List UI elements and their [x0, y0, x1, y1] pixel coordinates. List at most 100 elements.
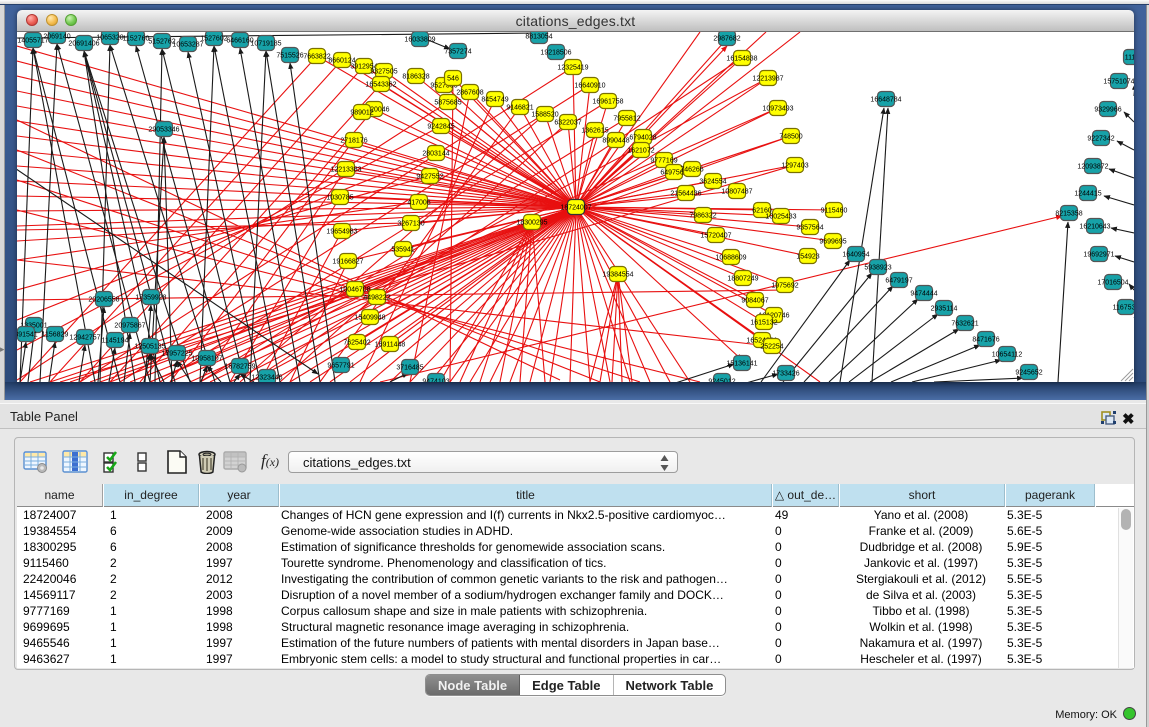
- svg-text:10958107: 10958107: [191, 356, 222, 363]
- svg-text:12505135: 12505135: [134, 344, 165, 351]
- svg-text:2935114: 2935114: [931, 306, 958, 313]
- svg-text:19166827: 19166827: [332, 259, 363, 266]
- svg-text:9329966: 9329966: [1094, 107, 1121, 114]
- svg-text:12093872: 12093872: [1077, 164, 1108, 171]
- svg-text:15136141: 15136141: [726, 361, 757, 368]
- svg-text:3267130: 3267130: [397, 221, 424, 228]
- svg-text:15720407: 15720407: [700, 233, 731, 240]
- svg-text:1640954: 1640954: [842, 252, 869, 259]
- svg-text:1615132: 1615132: [750, 320, 777, 327]
- svg-text:1297403: 1297403: [781, 163, 808, 170]
- svg-text:19384554: 19384554: [602, 272, 633, 279]
- svg-text:2987682: 2987682: [713, 36, 740, 43]
- svg-text:8813054: 8813054: [525, 34, 552, 41]
- svg-text:10025433: 10025433: [765, 214, 796, 221]
- svg-text:16640910: 16640910: [574, 83, 605, 90]
- svg-text:10719185: 10719185: [250, 41, 281, 48]
- svg-text:21564436: 21564436: [670, 191, 701, 198]
- svg-text:29053346: 29053346: [148, 127, 179, 134]
- svg-text:9474444: 9474444: [910, 291, 937, 298]
- svg-text:6322037: 6322037: [554, 120, 581, 127]
- svg-text:10654112: 10654112: [992, 352, 1023, 359]
- svg-text:1733426: 1733426: [772, 371, 799, 378]
- svg-text:535941: 535941: [391, 247, 414, 254]
- svg-text:20691406: 20691406: [68, 41, 99, 48]
- svg-text:7515526: 7515526: [276, 53, 303, 60]
- svg-text:17359928: 17359928: [135, 295, 166, 302]
- svg-text:1588520: 1588520: [531, 112, 558, 119]
- svg-text:7625402: 7625402: [343, 340, 370, 347]
- svg-text:989012: 989012: [350, 110, 373, 117]
- svg-text:1112: 1112: [1125, 55, 1134, 62]
- svg-text:2803144: 2803144: [422, 151, 449, 158]
- svg-text:19692971: 19692971: [1083, 252, 1114, 259]
- svg-text:9245652: 9245652: [1015, 370, 1042, 377]
- svg-text:252254: 252254: [760, 344, 783, 351]
- svg-text:9227342: 9227342: [1087, 136, 1114, 143]
- svg-text:15751074: 15751074: [1103, 79, 1134, 86]
- svg-text:19654983: 19654983: [326, 229, 357, 236]
- svg-text:4498222: 4498222: [363, 295, 390, 302]
- svg-text:17957225: 17957225: [161, 351, 192, 358]
- svg-text:2069140: 2069140: [43, 34, 70, 41]
- svg-text:9357564: 9357564: [796, 225, 823, 232]
- svg-text:1030785: 1030785: [326, 195, 353, 202]
- svg-text:6794028: 6794028: [629, 135, 656, 142]
- svg-text:7357274: 7357274: [444, 49, 471, 56]
- svg-text:2718176: 2718176: [340, 138, 367, 145]
- svg-text:9657791: 9657791: [327, 363, 354, 370]
- svg-text:1362615: 1362615: [581, 128, 608, 135]
- svg-text:7986322: 7986322: [689, 213, 716, 220]
- svg-text:1621072: 1621072: [627, 148, 654, 155]
- svg-text:2867608: 2867608: [456, 90, 483, 97]
- svg-text:154923: 154923: [796, 254, 819, 261]
- svg-text:1152760: 1152760: [123, 36, 150, 43]
- svg-text:8471676: 8471676: [972, 337, 999, 344]
- svg-text:9699695: 9699695: [819, 239, 846, 246]
- svg-text:20975867: 20975867: [114, 323, 145, 330]
- svg-text:7955812: 7955812: [613, 116, 640, 123]
- svg-text:18807249: 18807249: [727, 276, 758, 283]
- svg-text:5875685: 5875685: [434, 100, 461, 107]
- svg-text:16782759: 16782759: [224, 364, 255, 371]
- svg-text:1065328: 1065328: [96, 35, 123, 42]
- svg-text:10973493: 10973493: [762, 106, 793, 113]
- svg-text:18300295: 18300295: [516, 220, 547, 227]
- svg-text:12323446: 12323446: [251, 375, 282, 382]
- svg-text:15409948: 15409948: [354, 315, 385, 322]
- svg-text:8186328: 8186328: [402, 74, 429, 81]
- svg-text:9327505: 9327505: [370, 69, 397, 76]
- svg-text:8454749: 8454749: [481, 97, 508, 104]
- svg-text:12213383: 12213383: [330, 167, 361, 174]
- svg-text:16543362: 16543362: [365, 82, 396, 89]
- svg-text:391541: 391541: [17, 332, 38, 339]
- svg-text:9146821: 9146821: [506, 105, 533, 112]
- svg-text:17016504: 17016504: [1097, 280, 1128, 287]
- svg-text:8215358: 8215358: [1055, 211, 1082, 218]
- svg-text:9427552: 9427552: [416, 174, 443, 181]
- svg-text:10046708: 10046708: [339, 287, 370, 294]
- svg-text:9115460: 9115460: [821, 208, 848, 215]
- svg-text:10807487: 10807487: [721, 189, 752, 196]
- svg-text:417006: 417006: [407, 200, 430, 207]
- svg-text:9474103: 9474103: [422, 379, 449, 383]
- svg-text:5938923: 5938923: [864, 265, 891, 272]
- svg-text:746266: 746266: [680, 167, 703, 174]
- svg-text:546: 546: [447, 76, 459, 83]
- svg-text:12325419: 12325419: [557, 65, 588, 72]
- svg-text:9777169: 9777169: [650, 158, 677, 165]
- svg-text:16961758: 16961758: [592, 99, 623, 106]
- svg-text:1244415: 1244415: [1074, 191, 1101, 198]
- svg-text:18724007: 18724007: [560, 205, 591, 212]
- svg-text:1145194: 1145194: [102, 338, 129, 345]
- svg-text:1975692: 1975692: [771, 283, 798, 290]
- svg-text:10688609: 10688609: [715, 255, 746, 262]
- svg-text:16911448: 16911448: [375, 342, 406, 349]
- svg-text:3624554: 3624554: [699, 179, 726, 186]
- svg-text:1167533: 1167533: [1113, 305, 1134, 312]
- svg-text:3716485: 3716485: [396, 365, 423, 372]
- svg-text:16154838: 16154838: [726, 56, 757, 63]
- svg-text:16033809: 16033809: [404, 37, 435, 44]
- svg-text:9242845: 9242845: [427, 124, 454, 131]
- svg-text:19218506: 19218506: [540, 50, 571, 57]
